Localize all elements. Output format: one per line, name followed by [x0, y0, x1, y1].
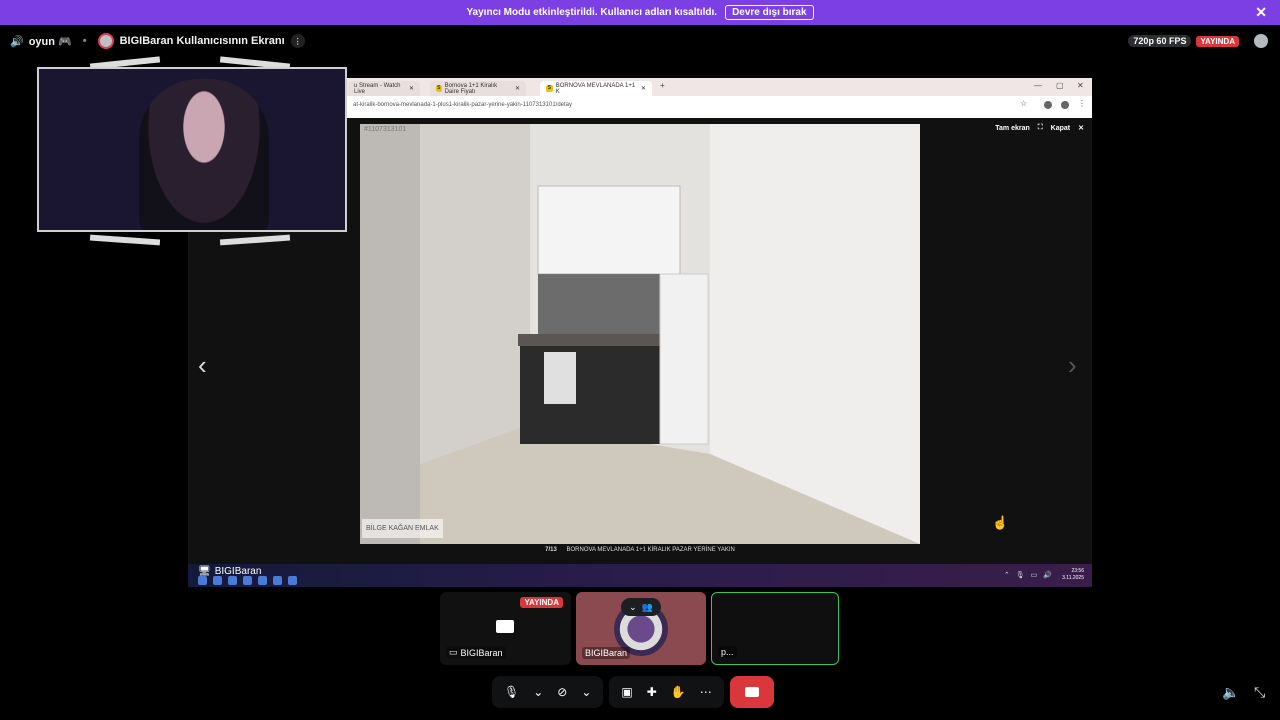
windows-taskbar: 🖥 BIGIBaran ⌃ 🎙 ▭ 🔊 23:56 3.11.2025 [188, 564, 1092, 587]
participant-name: BIGIBaran [460, 647, 503, 658]
system-tray: ⌃ 🎙 ▭ 🔊 [1003, 572, 1052, 579]
end-call-icon [744, 687, 759, 697]
participant-name: BIGIBaran [585, 648, 628, 658]
taskbar-apps [198, 576, 297, 585]
menu-icon[interactable]: ⋮ [1078, 99, 1086, 108]
participant-tiles: YAYINDA ▭ BIGIBaran ⌄ 👥 BIGIBaran p... [440, 592, 839, 665]
users-icon: 👥 [641, 601, 653, 612]
url-text[interactable]: at-kiralik-bornova-mevlanada-1-plus1-kir… [353, 102, 572, 108]
exit-fullscreen-icon[interactable]: ⤡ [1254, 684, 1265, 701]
browser-tab[interactable]: u Stream - Watch Live ✕ [348, 81, 420, 96]
live-badge: YAYINDA [1196, 35, 1239, 47]
more-icon[interactable]: ⋯ [700, 685, 712, 699]
photo-counter: 7/13 [545, 547, 557, 553]
live-badge: YAYINDA [520, 597, 563, 608]
extensions-icon[interactable] [1044, 101, 1052, 109]
call-controls: 🎙 ⌄ ⊘ ⌄ ▣ ✚ ✋ ⋯ [492, 676, 774, 708]
new-tab-button[interactable]: + [660, 81, 665, 90]
participant-tile-speaking[interactable]: p... [711, 592, 839, 665]
browser-tab[interactable]: S Bornova 1+1 Kiralık Daire Fiyatı ✕ [430, 81, 526, 96]
stream-title: BIGIBaran Kullanıcısının Ekranı [119, 35, 285, 47]
close-icon[interactable]: ✕ [1078, 124, 1084, 132]
caption-text: BORNOVA MEVLANADA 1+1 KİRALIK PAZAR YERİ… [566, 547, 735, 553]
tile-options[interactable]: ⌄ 👥 [621, 598, 661, 616]
streamer-mode-banner: Yayıncı Modu etkinleştirildi. Kullanıcı … [0, 0, 1280, 25]
kitchen-photo [360, 124, 920, 544]
screen-icon: ▭ [449, 647, 458, 657]
channel-name[interactable]: oyun 🎮 [29, 35, 72, 48]
chat-icon[interactable] [1254, 34, 1268, 48]
close-window-button[interactable]: ✕ [1077, 81, 1084, 90]
activities-icon[interactable]: ✚ [647, 685, 657, 699]
browser-tab-active[interactable]: S BORNOVA MEVLANADA 1+1 K ✕ [540, 81, 652, 96]
close-viewer-button[interactable]: Kapat [1051, 125, 1070, 132]
hand-cursor-icon: ☝ [992, 515, 1009, 530]
disconnect-button[interactable] [729, 676, 774, 708]
quality-badge: 720p 60 FPS [1128, 35, 1192, 47]
webcam-frame [37, 67, 347, 232]
profile-icon[interactable] [1061, 101, 1069, 109]
next-arrow-icon[interactable]: › [1068, 350, 1077, 381]
minimize-button[interactable]: — [1034, 81, 1042, 90]
maximize-button[interactable]: ▢ [1056, 81, 1064, 90]
photo-caption: 7/13 BORNOVA MEVLANADA 1+1 KİRALIK PAZAR… [188, 547, 1092, 553]
volume-icon[interactable]: 🔈 [1222, 684, 1239, 701]
microphone-icon[interactable]: 🎙 [504, 685, 519, 699]
share-screen-icon[interactable]: ▣ [621, 685, 632, 699]
webcam-overlay [30, 55, 356, 247]
participant-tile-screen[interactable]: YAYINDA ▭ BIGIBaran [440, 592, 571, 665]
voice-channel-icon: 🔊 [10, 35, 24, 48]
listing-photo: #1107313101 BİLGE KAĞAN EMLAK [360, 124, 920, 544]
soundboard-icon[interactable]: ✋ [671, 685, 686, 699]
participant-tile-avatar[interactable]: ⌄ 👥 BIGIBaran [576, 592, 706, 665]
chevron-down-icon[interactable]: ⌄ [581, 685, 591, 699]
close-icon[interactable]: ✕ [1255, 4, 1267, 21]
chevron-down-icon: ⌄ [629, 601, 637, 612]
participant-name: p... [721, 647, 734, 657]
chevron-down-icon[interactable]: ⌄ [533, 685, 543, 699]
stream-header: 🔊 oyun 🎮 • BIGIBaran Kullanıcısının Ekra… [0, 30, 1280, 52]
listing-id: #1107313101 [364, 126, 407, 133]
prev-arrow-icon[interactable]: ‹ [198, 350, 207, 381]
star-icon[interactable]: ☆ [1020, 99, 1028, 108]
screen-share-icon [496, 620, 514, 633]
disable-streamer-mode-button[interactable]: Devre dışı bırak [725, 5, 814, 20]
watermark: BİLGE KAĞAN EMLAK [362, 519, 443, 538]
banner-text: Yayıncı Modu etkinleştirildi. Kullanıcı … [466, 7, 718, 18]
avatar [97, 33, 114, 49]
camera-off-icon[interactable]: ⊘ [557, 685, 567, 699]
taskbar-clock: 23:56 3.11.2025 [1062, 568, 1084, 581]
fullscreen-icon[interactable]: ⛶ [1038, 124, 1043, 132]
more-options-icon[interactable]: ⋮ [290, 34, 305, 48]
streamer-webcam [139, 79, 269, 230]
fullscreen-button[interactable]: Tam ekran [995, 125, 1030, 132]
